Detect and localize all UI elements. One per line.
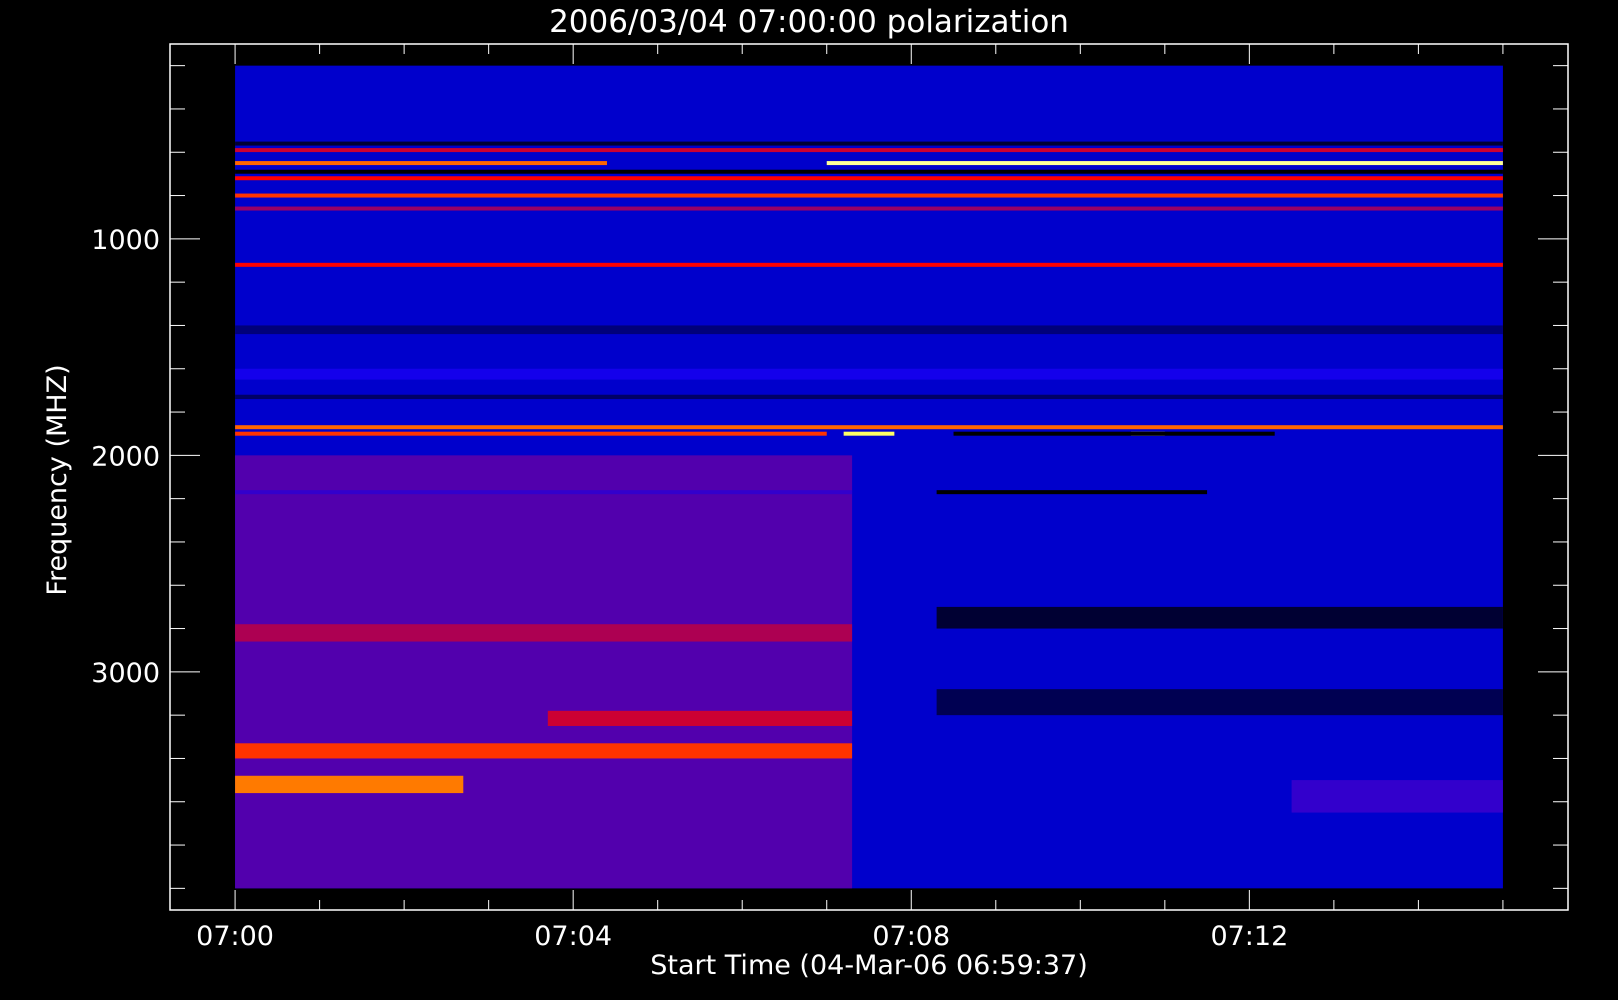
heatmap-region-10 — [235, 368, 1503, 380]
x-tick-label: 07:04 — [534, 921, 612, 952]
y-tick-label: 1000 — [91, 225, 160, 256]
heatmap-region-5 — [235, 624, 853, 642]
x-tick-label: 07:00 — [196, 921, 274, 952]
emission-line-5 — [936, 490, 1208, 495]
emission-line-15 — [235, 262, 1503, 267]
y-tick-label: 2000 — [91, 441, 160, 472]
y-axis-label: Frequency (MHZ) — [42, 364, 73, 595]
emission-line-9 — [235, 169, 1503, 174]
emission-line-8 — [826, 161, 1503, 166]
x-axis-label: Start Time (04-Mar-06 06:59:37) — [650, 950, 1088, 981]
emission-line-0 — [235, 425, 1503, 430]
emission-line-6 — [235, 490, 853, 495]
heatmap-region-2 — [235, 743, 853, 759]
spectrogram-chart: 2006/03/04 07:00:00 polarization 07:00 07… — [42, 4, 1569, 981]
emission-line-14 — [235, 206, 1503, 211]
heatmap-region-9 — [235, 325, 1503, 335]
heatmap-region-11 — [235, 394, 1503, 400]
heatmap-region-1 — [235, 455, 853, 889]
heatmap-region-8 — [1291, 780, 1503, 813]
heatmap-region-3 — [235, 775, 464, 794]
heatmap-region-7 — [936, 689, 1503, 716]
emission-line-10 — [235, 176, 1503, 181]
emission-line-4 — [953, 431, 1275, 436]
emission-line-11 — [235, 193, 1503, 198]
emission-line-2 — [843, 431, 895, 436]
emission-line-1 — [235, 431, 827, 436]
heatmap-region-6 — [936, 606, 1503, 629]
x-tick-label: 07:08 — [872, 921, 950, 952]
emission-line-13 — [235, 148, 1503, 153]
emission-line-7 — [235, 161, 607, 166]
plot-area — [235, 65, 1503, 889]
x-tick-label: 07:12 — [1210, 921, 1288, 952]
chart-title: 2006/03/04 07:00:00 polarization — [549, 4, 1069, 40]
emission-line-12 — [235, 141, 1503, 146]
y-tick-label: 3000 — [91, 658, 160, 689]
heatmap-region-4 — [547, 710, 853, 726]
